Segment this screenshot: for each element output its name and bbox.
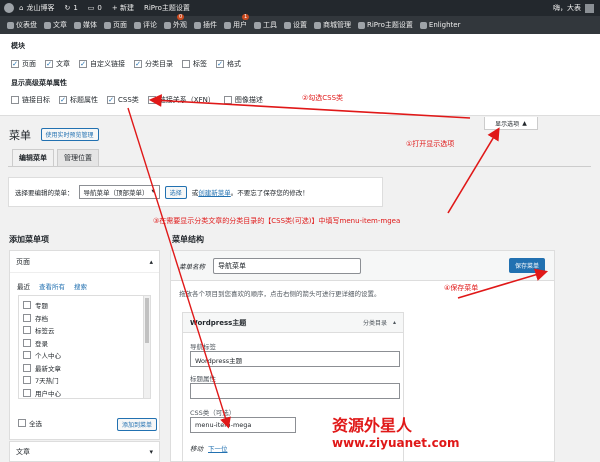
arrow-to-css-input [127, 107, 231, 429]
annotation-2: ②勾选CSS类 [302, 94, 344, 102]
annotation-4: ④保存菜单 [444, 284, 479, 292]
arrow-to-screen-options [447, 127, 500, 214]
annotation-3: ③在需要显示分类文章的分类目录的【CSS类(可选)】中填写menu-item-m… [153, 217, 401, 225]
annotation-1: ①打开显示选项 [406, 140, 455, 148]
watermark-name: 资源外星人 [332, 416, 413, 435]
annotation-arrows [127, 94, 549, 429]
watermark-url: www.ziyuanet.com [332, 436, 460, 450]
